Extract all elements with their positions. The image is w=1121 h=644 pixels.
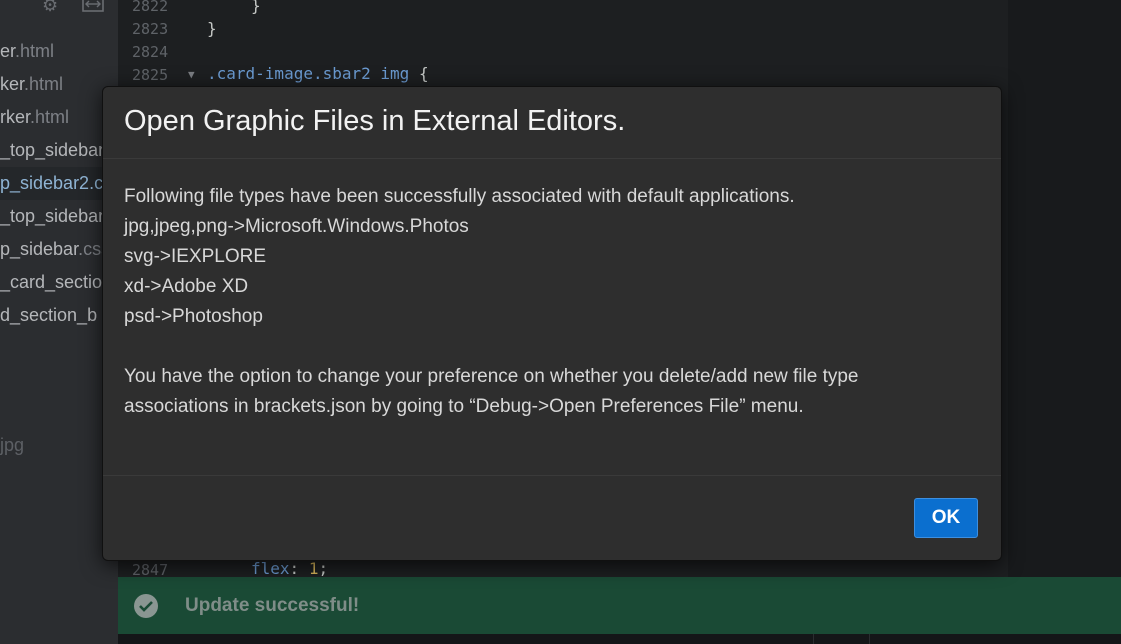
file-item[interactable]: ker.html [0, 68, 118, 101]
file-item[interactable]: er.html [0, 35, 118, 68]
line-number: 2823 [132, 20, 169, 38]
file-name: d_section_b [0, 305, 98, 325]
code-selector: .card-image.sbar2 [207, 64, 371, 83]
file-name: rker [0, 107, 31, 127]
dialog-title: Open Graphic Files in External Editors. [124, 105, 626, 137]
dialog-text-line: You have the option to change your prefe… [124, 366, 859, 387]
code-line: flex: 1; [251, 559, 328, 578]
file-ext: .html [24, 74, 64, 94]
file-item[interactable]: _top_sidebar [0, 200, 118, 233]
code-open-brace: { [418, 64, 429, 83]
code-line: .card-image.sbar2 img { [207, 64, 429, 83]
dialog-text-line: svg->IEXPLORE [124, 246, 267, 267]
fold-arrow-icon[interactable]: ▼ [188, 68, 195, 81]
file-item[interactable]: rker.html [0, 101, 118, 134]
file-name: p_sidebar2.cs [0, 173, 113, 193]
line-number: 2825 [132, 66, 169, 84]
file-item[interactable]: jpg [0, 429, 118, 462]
dialog-footer: OK [103, 475, 1001, 560]
dialog-text-line: xd->Adobe XD [124, 276, 249, 297]
dialog-body: Following file types have been successfu… [103, 160, 1001, 475]
file-item[interactable]: _top_sidebar [0, 134, 118, 167]
file-name: _card_sectio [0, 272, 103, 292]
file-name: p_sidebar [0, 239, 79, 259]
code-semicolon: ; [318, 559, 329, 578]
update-notification-bar: Update successful! [118, 577, 1121, 634]
code-value: 1 [308, 559, 319, 578]
external-editors-dialog: Open Graphic Files in External Editors. … [102, 86, 1002, 561]
status-divider [813, 634, 814, 644]
file-item[interactable]: _card_sectio [0, 266, 118, 299]
code-tag: img [380, 64, 410, 83]
dialog-text-line: psd->Photoshop [124, 306, 263, 327]
file-ext: .html [30, 107, 70, 127]
notification-message: Update successful! [185, 595, 360, 616]
dialog-header: Open Graphic Files in External Editors. [103, 87, 1001, 159]
code-brace: } [207, 19, 217, 38]
status-strip [118, 634, 1121, 644]
code-property: flex [251, 559, 290, 578]
dialog-text-line: associations in brackets.json by going t… [124, 396, 804, 417]
code-brace: } [251, 0, 261, 15]
check-circle-icon [134, 594, 158, 618]
editor-side-panel [1008, 0, 1121, 644]
split-view-icon[interactable] [82, 0, 104, 13]
file-item[interactable]: d_section_b [0, 299, 118, 332]
dialog-text-line: Following file types have been successfu… [124, 186, 795, 207]
file-name: er [0, 41, 16, 61]
project-sidebar: ⚙ er.html ker.html rker.html _top_sideba… [0, 0, 118, 644]
file-name: jpg [0, 435, 25, 455]
line-number: 2824 [132, 43, 169, 61]
ok-button[interactable]: OK [914, 498, 978, 538]
file-item-selected[interactable]: p_sidebar2.cs [0, 167, 118, 200]
file-name: ker [0, 74, 25, 94]
dialog-text-line: jpg,jpeg,png->Microsoft.Windows.Photos [124, 216, 469, 237]
line-number: 2822 [132, 0, 169, 15]
file-ext: .html [15, 41, 55, 61]
gear-icon[interactable]: ⚙ [42, 0, 64, 16]
status-divider [869, 634, 870, 644]
code-colon: : [289, 559, 300, 578]
file-name: _top_sidebar [0, 140, 105, 160]
file-name: _top_sidebar [0, 206, 105, 226]
sidebar-toolbar: ⚙ [0, 0, 118, 16]
file-item[interactable]: p_sidebar.css [0, 233, 118, 266]
